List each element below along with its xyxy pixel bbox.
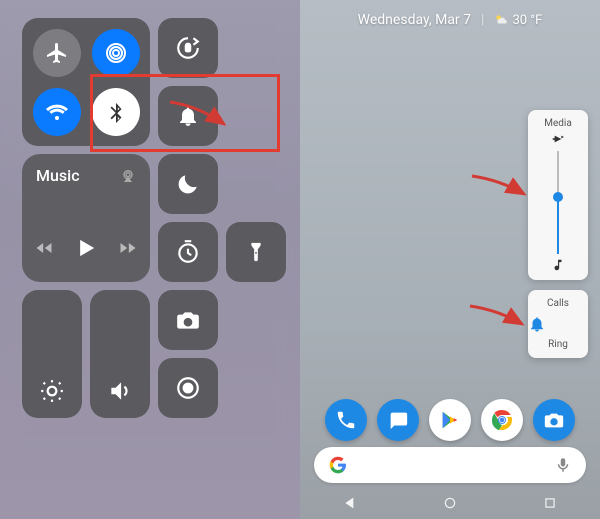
dock-app-chrome[interactable] bbox=[481, 399, 523, 441]
status-row: Wednesday, Mar 7 | 30 °F bbox=[300, 12, 600, 28]
brightness-slider[interactable] bbox=[22, 290, 82, 418]
bluetooth-icon bbox=[105, 101, 127, 123]
camera-icon bbox=[175, 307, 201, 333]
date-label: Wednesday, Mar 7 bbox=[358, 12, 471, 28]
calls-panel-title: Calls bbox=[528, 294, 588, 311]
spacer bbox=[226, 86, 286, 146]
volume-icon bbox=[107, 378, 133, 404]
mic-icon[interactable] bbox=[554, 456, 572, 474]
nav-back-button[interactable] bbox=[338, 491, 362, 515]
android-navbar bbox=[300, 491, 600, 515]
media-volume-slider[interactable] bbox=[557, 151, 559, 254]
brightness-icon bbox=[39, 378, 65, 404]
play-button[interactable] bbox=[72, 234, 100, 262]
dock-app-play-store[interactable] bbox=[429, 399, 471, 441]
ios-grid: Music bbox=[22, 18, 288, 418]
bluetooth-toggle[interactable] bbox=[92, 88, 140, 136]
timer-button[interactable] bbox=[158, 222, 218, 282]
spacer bbox=[226, 290, 286, 350]
airplane-toggle[interactable] bbox=[33, 29, 81, 77]
record-icon bbox=[175, 375, 201, 401]
dock-app-phone[interactable] bbox=[325, 399, 367, 441]
ring-mode-label: Ring bbox=[528, 335, 588, 352]
nav-home-button[interactable] bbox=[438, 491, 462, 515]
dock-app-messages[interactable] bbox=[377, 399, 419, 441]
spacer bbox=[226, 154, 286, 214]
moon-icon bbox=[175, 171, 201, 197]
cast-icon[interactable] bbox=[550, 131, 566, 147]
cellular-icon bbox=[104, 41, 128, 65]
google-search-bar[interactable] bbox=[314, 447, 586, 483]
chrome-icon bbox=[490, 408, 514, 432]
annotation-arrow-icon bbox=[468, 300, 528, 330]
sliders-group bbox=[22, 290, 150, 418]
weather-temp: 30 °F bbox=[512, 13, 542, 28]
timer-icon bbox=[175, 239, 201, 265]
airplay-icon bbox=[120, 168, 136, 184]
camera-button[interactable] bbox=[158, 290, 218, 350]
wifi-icon bbox=[45, 100, 69, 124]
next-track-button[interactable] bbox=[118, 238, 138, 258]
bell-icon bbox=[176, 104, 200, 128]
annotation-arrow-icon bbox=[470, 170, 530, 200]
rotation-lock-icon bbox=[175, 35, 201, 61]
calls-panel[interactable]: Calls Ring bbox=[528, 290, 588, 358]
spacer bbox=[226, 358, 286, 418]
ios-control-center: Music bbox=[0, 0, 300, 519]
rotation-lock-toggle[interactable] bbox=[158, 18, 218, 78]
messages-icon bbox=[387, 409, 409, 431]
ringer-toggle[interactable] bbox=[158, 86, 218, 146]
dnd-toggle[interactable] bbox=[158, 154, 218, 214]
flashlight-toggle[interactable] bbox=[226, 222, 286, 282]
phone-icon bbox=[335, 409, 357, 431]
music-controls bbox=[36, 234, 136, 262]
camera-icon bbox=[543, 409, 565, 431]
play-store-icon bbox=[439, 409, 461, 431]
wifi-toggle[interactable] bbox=[33, 88, 81, 136]
music-widget[interactable]: Music bbox=[22, 154, 150, 282]
google-g-icon bbox=[328, 455, 348, 475]
weather-icon bbox=[494, 13, 508, 27]
spacer bbox=[226, 18, 286, 78]
media-volume-panel[interactable]: Media bbox=[528, 110, 588, 280]
music-label: Music bbox=[36, 166, 80, 185]
dock-app-camera[interactable] bbox=[533, 399, 575, 441]
connectivity-group bbox=[22, 18, 150, 146]
airdrop-toggle[interactable] bbox=[92, 29, 140, 77]
prev-track-button[interactable] bbox=[34, 238, 54, 258]
volume-slider[interactable] bbox=[90, 290, 150, 418]
nav-recents-button[interactable] bbox=[538, 491, 562, 515]
app-dock bbox=[300, 399, 600, 441]
android-homescreen: Wednesday, Mar 7 | 30 °F Media bbox=[300, 0, 600, 519]
music-note-icon bbox=[551, 258, 565, 272]
airplane-icon bbox=[45, 41, 69, 65]
weather-widget[interactable]: 30 °F bbox=[494, 13, 542, 28]
media-panel-title: Media bbox=[544, 114, 572, 131]
ring-mode-icon[interactable] bbox=[528, 315, 588, 333]
screen-record-button[interactable] bbox=[158, 358, 218, 418]
flashlight-icon bbox=[245, 241, 267, 263]
